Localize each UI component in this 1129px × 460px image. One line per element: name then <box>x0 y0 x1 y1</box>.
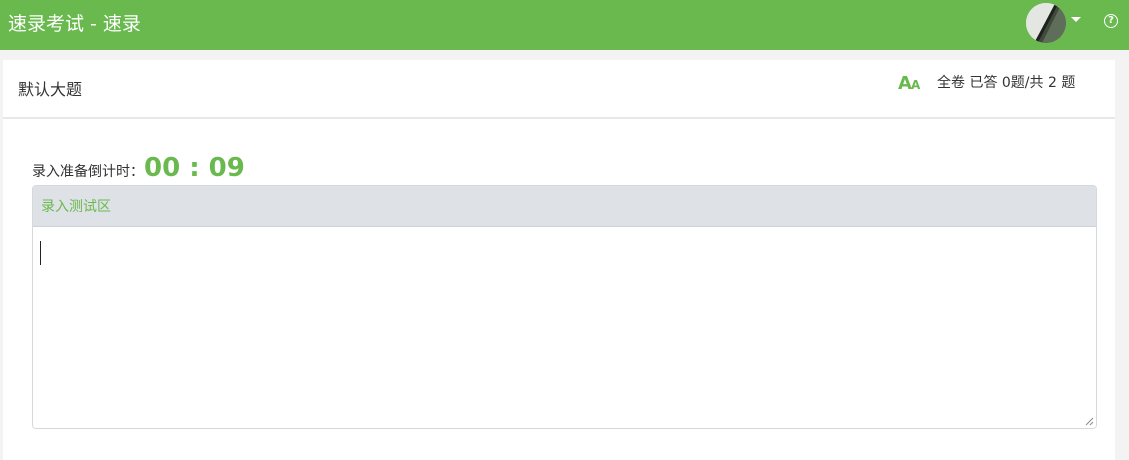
resize-grip-icon[interactable] <box>1085 417 1094 426</box>
panel-header: 默认大题 AA 全卷 已答 0题/共 2 题 <box>3 60 1115 119</box>
countdown-timer: 00 : 09 <box>144 153 245 183</box>
typing-test-box: 录入测试区 <box>32 185 1097 429</box>
font-size-icon[interactable]: AA <box>898 73 921 94</box>
user-avatar[interactable] <box>1026 3 1066 43</box>
typing-box-title: 录入测试区 <box>41 199 111 215</box>
answer-progress: 全卷 已答 0题/共 2 题 <box>937 75 1076 91</box>
app-title: 速录考试 - 速录 <box>8 13 141 35</box>
font-size-large-glyph: A <box>898 73 912 94</box>
typing-input[interactable] <box>33 227 1096 428</box>
font-size-small-glyph: A <box>910 78 921 92</box>
countdown-label: 录入准备倒计时： <box>32 164 144 180</box>
caret-down-icon[interactable] <box>1071 17 1081 22</box>
typing-box-header: 录入测试区 <box>33 186 1096 227</box>
exam-panel: 默认大题 AA 全卷 已答 0题/共 2 题 录入准备倒计时：00 : 09 录… <box>3 60 1115 460</box>
section-title: 默认大题 <box>18 80 83 99</box>
countdown: 录入准备倒计时：00 : 09 <box>32 153 245 183</box>
top-bar: 速录考试 - 速录 ? <box>0 0 1129 50</box>
help-icon[interactable]: ? <box>1104 14 1118 28</box>
text-cursor <box>40 241 41 265</box>
